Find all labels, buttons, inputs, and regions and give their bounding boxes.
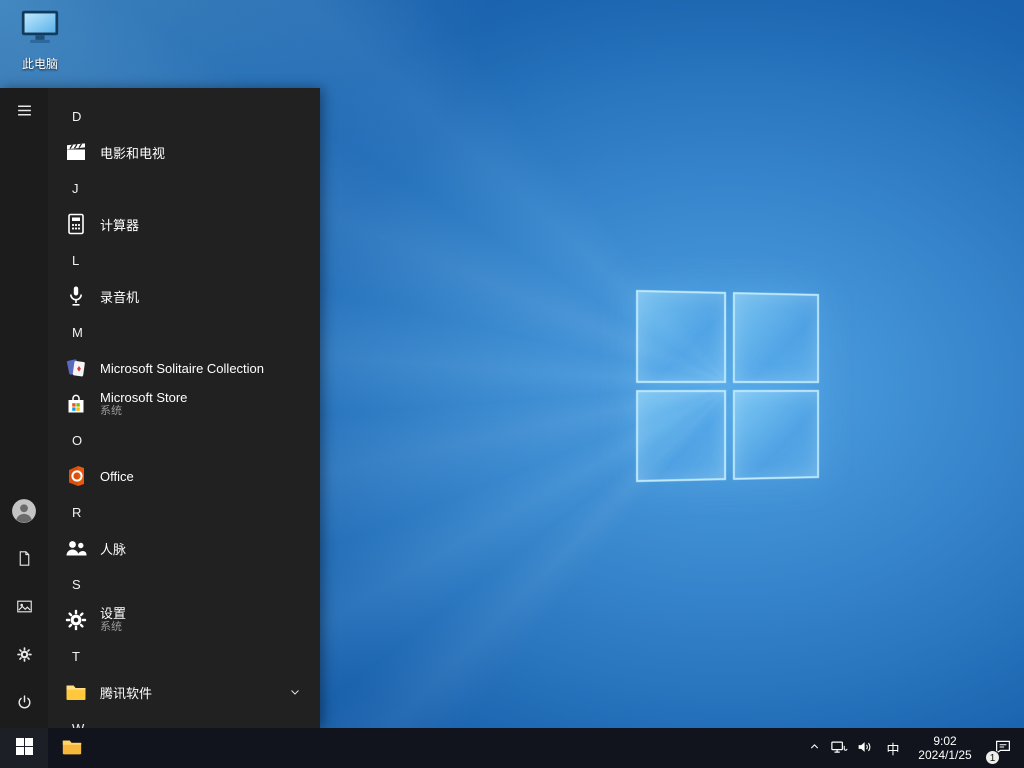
- section-letter: O: [72, 432, 83, 448]
- file-explorer-icon: [61, 736, 83, 761]
- system-tray: 中 9:02 2024/1/25 1: [802, 728, 1024, 768]
- app-label: Microsoft Store: [100, 389, 188, 405]
- app-label: Microsoft Solitaire Collection: [100, 360, 265, 376]
- app-label: Office: [100, 468, 134, 484]
- start-section-header-o[interactable]: O: [48, 422, 320, 458]
- start-section-header-t[interactable]: T: [48, 638, 320, 674]
- start-app-settings[interactable]: 设置 系统: [48, 602, 320, 638]
- start-section-header-m[interactable]: M: [48, 314, 320, 350]
- power-button[interactable]: [0, 680, 48, 728]
- start-menu-rail: [0, 88, 48, 728]
- windows-logo-pane: [732, 292, 820, 383]
- documents-button[interactable]: [0, 536, 48, 584]
- app-label: 电影和电视: [100, 145, 166, 161]
- app-label: 人脉: [100, 541, 127, 557]
- menu-icon: [16, 102, 33, 122]
- start-section-header-d[interactable]: D: [48, 98, 320, 134]
- network-button[interactable]: [826, 728, 852, 768]
- documents-icon: [16, 550, 33, 570]
- start-section-header-r[interactable]: R: [48, 494, 320, 530]
- calculator-icon: [62, 210, 90, 238]
- folder-icon: [62, 678, 90, 706]
- app-label: 设置: [100, 605, 127, 621]
- settings-icon: [16, 646, 33, 666]
- desktop-screen: 此电脑 D 电影和电视 J 计算器 L 录音机 M Microsoft Soli…: [0, 0, 1024, 768]
- start-section-header-s[interactable]: S: [48, 566, 320, 602]
- app-label: 腾讯软件: [100, 685, 153, 701]
- start-section-header-j[interactable]: J: [48, 170, 320, 206]
- section-letter: S: [72, 576, 81, 592]
- clock-date: 2024/1/25: [918, 748, 972, 762]
- start-app-voice-recorder[interactable]: 录音机: [48, 278, 320, 314]
- start-section-header-l[interactable]: L: [48, 242, 320, 278]
- section-letter: T: [72, 648, 80, 664]
- hidden-icons-button[interactable]: [802, 728, 826, 768]
- ime-indicator[interactable]: 中: [878, 728, 908, 768]
- notification-badge: 1: [985, 750, 1000, 765]
- clock-time: 9:02: [933, 734, 957, 748]
- app-text: Microsoft Store 系统: [100, 390, 187, 419]
- start-app-people[interactable]: 人脉: [48, 530, 320, 566]
- this-pc-icon: [18, 8, 62, 53]
- section-letter: D: [72, 108, 82, 124]
- app-text: 设置 系统: [100, 606, 126, 635]
- voice-recorder-icon: [62, 282, 90, 310]
- expand-menu-button[interactable]: [0, 88, 48, 136]
- desktop-icon-label: 此电脑: [21, 57, 58, 71]
- start-app-list: D 电影和电视 J 计算器 L 录音机 M Microsoft Solitair…: [48, 88, 320, 728]
- start-app-microsoft-store[interactable]: Microsoft Store 系统: [48, 386, 320, 422]
- section-letter: M: [72, 324, 83, 340]
- action-center-button[interactable]: 1: [982, 728, 1024, 768]
- start-app-solitaire[interactable]: Microsoft Solitaire Collection: [48, 350, 320, 386]
- app-label: 录音机: [100, 289, 140, 305]
- pictures-icon: [16, 598, 33, 618]
- start-app-office[interactable]: Office: [48, 458, 320, 494]
- section-letter: J: [72, 180, 79, 196]
- office-icon: [62, 462, 90, 490]
- windows-logo-pane: [636, 289, 727, 383]
- volume-button[interactable]: [852, 728, 878, 768]
- people-icon: [62, 534, 90, 562]
- pictures-button[interactable]: [0, 584, 48, 632]
- file-explorer-button[interactable]: [48, 728, 96, 768]
- power-icon: [16, 694, 33, 714]
- windows-logo-pane: [732, 389, 820, 480]
- user-account-button[interactable]: [0, 488, 48, 536]
- solitaire-icon: [62, 354, 90, 382]
- taskbar: 中 9:02 2024/1/25 1: [0, 728, 1024, 768]
- app-sublabel: 系统: [100, 405, 122, 418]
- start-app-calculator[interactable]: 计算器: [48, 206, 320, 242]
- rail-spacer: [0, 136, 48, 488]
- network-icon: [830, 738, 848, 759]
- start-folder-tencent[interactable]: 腾讯软件: [48, 674, 320, 710]
- app-label: 计算器: [100, 217, 140, 233]
- section-letter: L: [72, 252, 80, 268]
- chevron-up-icon: [808, 740, 821, 756]
- windows-logo-pane: [636, 389, 727, 483]
- start-section-header-w[interactable]: W: [48, 710, 320, 729]
- desktop-icon-this-pc[interactable]: 此电脑: [8, 8, 72, 72]
- section-letter: W: [72, 720, 85, 729]
- start-menu: D 电影和电视 J 计算器 L 录音机 M Microsoft Solitair…: [0, 88, 320, 728]
- section-letter: R: [72, 504, 82, 520]
- movies-tv-icon: [62, 138, 90, 166]
- start-app-movies-tv[interactable]: 电影和电视: [48, 134, 320, 170]
- chevron-down-icon[interactable]: [288, 685, 302, 699]
- windows-logo: [636, 289, 820, 483]
- user-avatar-icon: [11, 498, 37, 527]
- app-sublabel: 系统: [100, 621, 122, 634]
- volume-icon: [856, 738, 874, 759]
- start-button[interactable]: [0, 728, 48, 768]
- start-icon: [15, 738, 33, 758]
- settings-button[interactable]: [0, 632, 48, 680]
- settings-icon: [62, 606, 90, 634]
- store-icon: [62, 390, 90, 418]
- clock[interactable]: 9:02 2024/1/25: [908, 728, 982, 768]
